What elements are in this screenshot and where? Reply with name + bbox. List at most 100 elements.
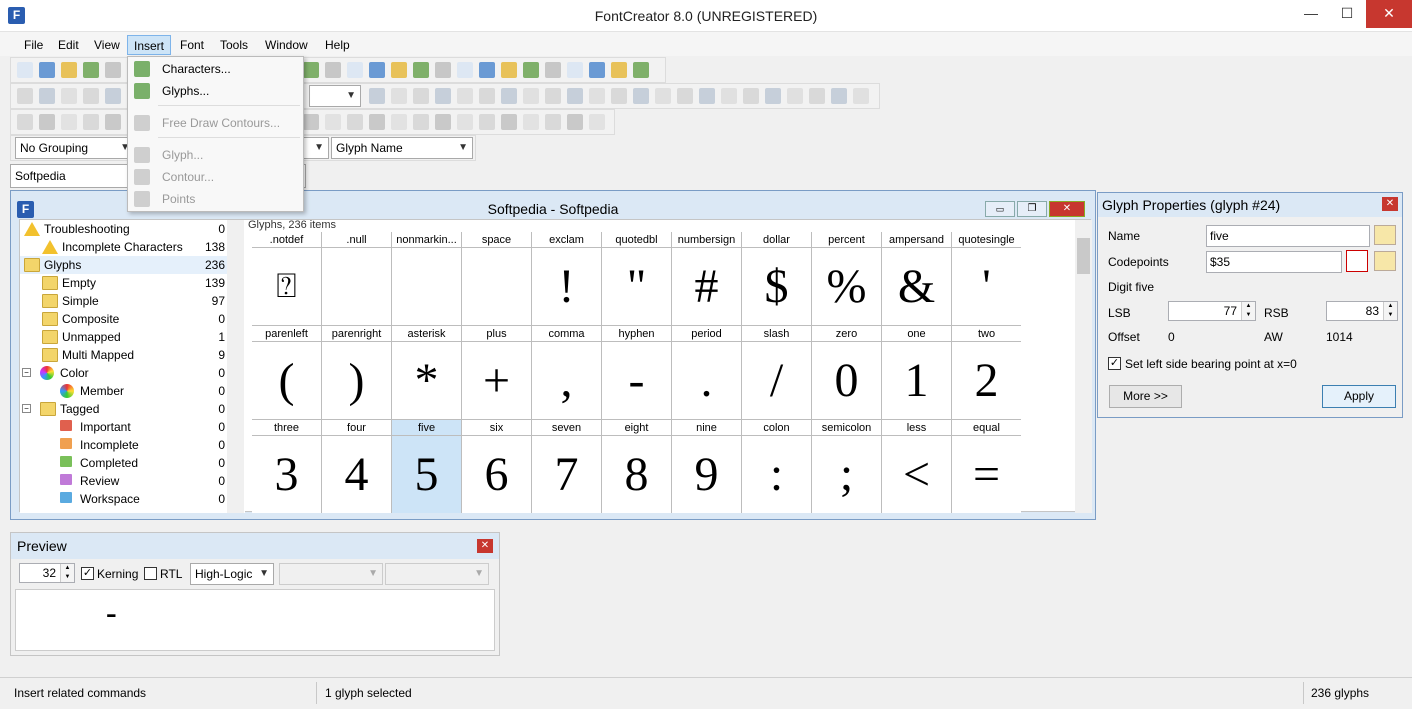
menu-view[interactable]: View bbox=[88, 35, 126, 55]
glyph-cell[interactable]: quotesingle ' bbox=[952, 232, 1021, 326]
toolbar-tool-icon[interactable] bbox=[523, 114, 539, 130]
toolbar-tool-icon[interactable] bbox=[105, 114, 121, 130]
toolbar-tool-icon[interactable] bbox=[39, 88, 55, 104]
tree-item[interactable]: Workspace 0 bbox=[20, 490, 230, 508]
toolbar-tool-icon[interactable] bbox=[721, 88, 737, 104]
preview-close-button[interactable]: ✕ bbox=[477, 539, 493, 553]
tree-scrollbar[interactable] bbox=[227, 220, 244, 513]
toolbar-tool-icon[interactable] bbox=[413, 88, 429, 104]
toolbar-tool-icon[interactable] bbox=[567, 62, 583, 78]
tree-item[interactable]: Simple 97 bbox=[20, 292, 230, 310]
toolbar-tool-icon[interactable] bbox=[391, 114, 407, 130]
toolbar-tool-icon[interactable] bbox=[435, 114, 451, 130]
tree-item[interactable]: Multi Mapped 9 bbox=[20, 346, 230, 364]
menu-edit[interactable]: Edit bbox=[52, 35, 85, 55]
kerning-checkbox[interactable]: ✓ bbox=[81, 567, 94, 580]
glyph-cell[interactable]: comma, bbox=[532, 326, 602, 420]
insert-menu-item[interactable]: Points bbox=[128, 188, 303, 210]
tree-item[interactable]: Unmapped 1 bbox=[20, 328, 230, 346]
glyph-cell[interactable]: seven 7 bbox=[532, 420, 602, 513]
toolbar-tool-icon[interactable] bbox=[61, 62, 77, 78]
toolbar-tool-icon[interactable] bbox=[809, 88, 825, 104]
glyph-cell[interactable]: four 4 bbox=[322, 420, 392, 513]
minimize-button[interactable]: — bbox=[1296, 0, 1326, 28]
glyph-cell[interactable]: nine 9 bbox=[672, 420, 742, 513]
toolbar-tool-icon[interactable] bbox=[83, 62, 99, 78]
toolbar-tool-icon[interactable] bbox=[83, 88, 99, 104]
toolbar-tool-icon[interactable] bbox=[303, 62, 319, 78]
glyph-cell[interactable]: less < bbox=[882, 420, 952, 513]
grouping-select[interactable]: No Grouping ▼ bbox=[15, 137, 135, 159]
menu-help[interactable]: Help bbox=[319, 35, 356, 55]
glyph-cell[interactable]: numbersign # bbox=[672, 232, 742, 326]
toolbar-tool-icon[interactable] bbox=[105, 62, 121, 78]
maximize-button[interactable]: ☐ bbox=[1332, 0, 1362, 28]
lsb-zero-checkbox[interactable]: ✓ bbox=[1108, 357, 1121, 370]
name-field[interactable]: five bbox=[1206, 225, 1370, 247]
toolbar-tool-icon[interactable] bbox=[545, 114, 561, 130]
insert-menu-item[interactable]: Glyph... bbox=[128, 144, 303, 166]
toolbar-tool-icon[interactable] bbox=[787, 88, 803, 104]
tree-item[interactable]: − Color 0 bbox=[20, 364, 230, 382]
toolbar-tool-icon[interactable] bbox=[413, 62, 429, 78]
unicode-icon[interactable] bbox=[1346, 250, 1368, 272]
glyph-cell[interactable]: colon: bbox=[742, 420, 812, 513]
menu-font[interactable]: Font bbox=[174, 35, 210, 55]
tree-item[interactable]: Troubleshooting 0 bbox=[20, 220, 230, 238]
toolbar-tool-icon[interactable] bbox=[435, 88, 451, 104]
toolbar-tool-icon[interactable] bbox=[391, 62, 407, 78]
menu-file[interactable]: File bbox=[18, 35, 49, 55]
toolbar-tool-icon[interactable] bbox=[677, 88, 693, 104]
properties-close-button[interactable]: ✕ bbox=[1382, 197, 1398, 211]
toolbar-tool-icon[interactable] bbox=[369, 62, 385, 78]
toolbar-tool-icon[interactable] bbox=[303, 114, 319, 130]
toolbar-tool-icon[interactable] bbox=[39, 62, 55, 78]
glyph-cell[interactable]: slash / bbox=[742, 326, 812, 420]
more-button[interactable]: More >> bbox=[1109, 385, 1182, 408]
glyph-cell[interactable]: eight 8 bbox=[602, 420, 672, 513]
toolbar-tool-icon[interactable] bbox=[347, 62, 363, 78]
toolbar-tool-icon[interactable] bbox=[699, 88, 715, 104]
glyph-cell[interactable]: ampersand & bbox=[882, 232, 952, 326]
glyph-cell[interactable]: equal = bbox=[952, 420, 1021, 513]
name-edit-icon[interactable] bbox=[1374, 225, 1396, 245]
insert-menu-item[interactable]: Contour... bbox=[128, 166, 303, 188]
toolbar-tool-icon[interactable] bbox=[545, 62, 561, 78]
tree-item[interactable]: Glyphs 236 bbox=[20, 256, 230, 274]
insert-menu-item[interactable]: Free Draw Contours... bbox=[128, 112, 303, 134]
toolbar-tool-icon[interactable] bbox=[853, 88, 869, 104]
menu-window[interactable]: Window bbox=[259, 35, 314, 55]
codepoints-field[interactable]: $35 bbox=[1206, 251, 1342, 273]
glyph-cell[interactable]: asterisk * bbox=[392, 326, 462, 420]
toolbar-tool-icon[interactable] bbox=[501, 62, 517, 78]
toolbar-tool-icon[interactable] bbox=[347, 114, 363, 130]
codepoints-edit-icon[interactable] bbox=[1374, 251, 1396, 271]
toolbar-tool-icon[interactable] bbox=[633, 88, 649, 104]
toolbar-tool-icon[interactable] bbox=[633, 62, 649, 78]
toolbar-tool-icon[interactable] bbox=[17, 114, 33, 130]
doc-close-button[interactable]: ✕ bbox=[1049, 201, 1085, 217]
glyph-cell[interactable]: space bbox=[462, 232, 532, 326]
glyph-cell[interactable]: semicolon; bbox=[812, 420, 882, 513]
rsb-spinner[interactable]: 83 ▲ ▼ bbox=[1326, 301, 1398, 321]
toolbar-tool-icon[interactable] bbox=[501, 88, 517, 104]
insert-menu-item[interactable]: Glyphs... bbox=[128, 80, 303, 102]
toolbar-tool-icon[interactable] bbox=[501, 114, 517, 130]
lsb-spinner[interactable]: 77 ▲ ▼ bbox=[1168, 301, 1256, 321]
toolbar-tool-icon[interactable] bbox=[479, 114, 495, 130]
tree-item[interactable]: Completed 0 bbox=[20, 454, 230, 472]
toolbar-tool-icon[interactable] bbox=[589, 62, 605, 78]
toolbar-tool-icon[interactable] bbox=[589, 114, 605, 130]
doc-minimize-button[interactable]: ▭ bbox=[985, 201, 1015, 217]
rtl-checkbox[interactable] bbox=[144, 567, 157, 580]
toolbar-tool-icon[interactable] bbox=[369, 114, 385, 130]
glyph-cell[interactable]: percent% bbox=[812, 232, 882, 326]
toolbar-tool-icon[interactable] bbox=[457, 62, 473, 78]
glyph-cell[interactable]: zero 0 bbox=[812, 326, 882, 420]
renderer-select[interactable]: High-Logic ▼ bbox=[190, 563, 274, 585]
toolbar-tool-icon[interactable] bbox=[611, 88, 627, 104]
toolbar-tool-icon[interactable] bbox=[567, 114, 583, 130]
toolbar-tool-icon[interactable] bbox=[479, 88, 495, 104]
apply-button[interactable]: Apply bbox=[1322, 385, 1396, 408]
toolbar-tool-icon[interactable] bbox=[545, 88, 561, 104]
